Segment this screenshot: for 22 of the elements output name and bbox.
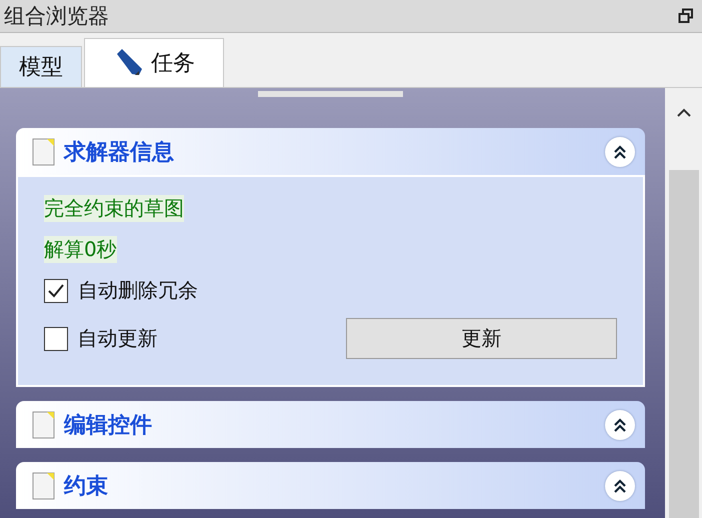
tab[interactable]: 模型: [0, 46, 82, 87]
checkbox[interactable]: [44, 326, 68, 350]
tab[interactable]: 任务: [84, 38, 224, 87]
status-message: 解算0秒: [44, 236, 117, 263]
window-title: 组合浏览器: [4, 3, 109, 30]
scrollbar-thumb[interactable]: [668, 170, 698, 518]
splitter-handle[interactable]: [258, 91, 403, 97]
panel-header[interactable]: 编辑控件: [16, 401, 645, 448]
panel-header[interactable]: 约束: [16, 462, 645, 509]
panel-header[interactable]: 求解器信息: [16, 128, 645, 175]
checkbox-label: 自动更新: [78, 325, 159, 352]
checkbox[interactable]: [44, 278, 68, 302]
document-icon: [32, 138, 56, 166]
document-icon: [32, 472, 56, 500]
restore-icon[interactable]: [678, 8, 694, 24]
collapse-icon[interactable]: [605, 470, 635, 500]
checkbox-label: 自动删除冗余: [78, 277, 199, 304]
status-message: 完全约束的草图: [44, 195, 184, 222]
collapse-icon[interactable]: [605, 136, 635, 166]
update-button[interactable]: 更新: [346, 318, 617, 359]
document-icon: [32, 410, 56, 438]
collapse-icon[interactable]: [605, 410, 635, 440]
